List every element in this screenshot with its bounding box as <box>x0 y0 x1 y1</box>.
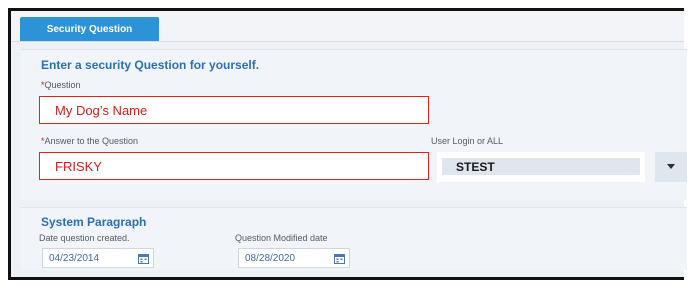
system-paragraph-panel: System Paragraph Date question created. … <box>21 207 687 270</box>
calendar-button[interactable] <box>133 249 153 267</box>
date-modified-value: 08/28/2020 <box>245 252 296 264</box>
calendar-button[interactable] <box>329 249 349 267</box>
user-login-select[interactable]: STEST <box>437 152 645 182</box>
user-login-dropdown-button[interactable] <box>655 152 687 182</box>
chevron-down-icon <box>667 164 675 169</box>
app-frame: Security Question Enter a security Quest… <box>8 8 687 280</box>
date-created-field[interactable]: 04/23/2014 <box>42 248 154 268</box>
date-created-label: Date question created. <box>39 233 130 243</box>
answer-label: *Answer to the Question <box>41 136 138 146</box>
tab-label: Security Question <box>46 23 133 35</box>
question-label-text: Question <box>44 80 81 90</box>
calendar-icon <box>333 253 345 264</box>
answer-value: FRISKY <box>55 158 102 174</box>
date-created-value: 04/23/2014 <box>49 252 100 264</box>
section-title-security-question: Enter a security Question for yourself. <box>41 58 260 72</box>
tab-bar: Security Question <box>11 11 684 42</box>
question-input[interactable]: My Dog’s Name <box>39 96 429 124</box>
user-login-value: STEST <box>442 158 640 175</box>
calendar-icon <box>137 253 149 264</box>
answer-label-text: Answer to the Question <box>44 136 139 146</box>
question-label: *Question <box>41 80 81 90</box>
tab-security-question[interactable]: Security Question <box>20 17 159 41</box>
answer-input[interactable]: FRISKY <box>39 152 429 180</box>
user-login-label: User Login or ALL <box>431 136 504 146</box>
question-value: My Dog’s Name <box>55 102 148 118</box>
section-title-system-paragraph: System Paragraph <box>41 215 147 229</box>
date-modified-label: Question Modified date <box>235 233 328 243</box>
security-question-panel: Enter a security Question for yourself. … <box>21 49 687 200</box>
date-modified-field[interactable]: 08/28/2020 <box>238 248 350 268</box>
